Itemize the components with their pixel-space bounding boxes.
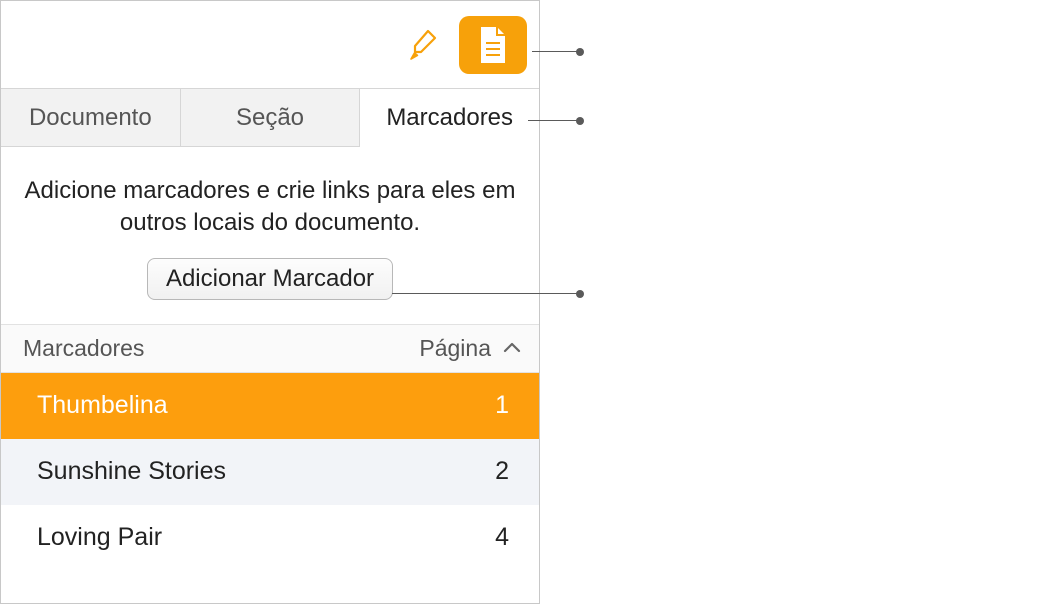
tab-label: Documento xyxy=(29,104,152,132)
bookmark-name: Loving Pair xyxy=(37,523,162,552)
bookmark-row[interactable]: Sunshine Stories 2 xyxy=(1,439,539,505)
document-settings-button[interactable] xyxy=(459,16,527,74)
add-button-label: Adicionar Marcador xyxy=(166,265,374,292)
document-icon xyxy=(476,25,510,65)
bookmark-name: Sunshine Stories xyxy=(37,457,226,486)
tab-document[interactable]: Documento xyxy=(1,89,181,146)
bookmark-list: Thumbelina 1 Sunshine Stories 2 Loving P… xyxy=(1,373,539,603)
bookmark-row[interactable]: Loving Pair 4 xyxy=(1,505,539,571)
bookmark-row[interactable]: Thumbelina 1 xyxy=(1,373,539,439)
tab-bookmarks[interactable]: Marcadores xyxy=(360,89,539,147)
bookmark-name: Thumbelina xyxy=(37,391,168,420)
bookmark-list-header: Marcadores Página xyxy=(1,324,539,373)
bookmark-page: 1 xyxy=(495,391,509,420)
chevron-up-icon xyxy=(503,342,521,354)
add-bookmark-button[interactable]: Adicionar Marcador xyxy=(147,258,393,300)
tab-bar: Documento Seção Marcadores xyxy=(1,89,539,147)
callout-line xyxy=(528,120,580,121)
callout-line xyxy=(532,51,580,52)
format-brush-button[interactable] xyxy=(393,16,453,74)
tab-label: Marcadores xyxy=(386,104,513,132)
tab-section[interactable]: Seção xyxy=(181,89,361,146)
bookmark-page: 4 xyxy=(495,523,509,552)
brush-icon xyxy=(405,27,441,63)
inspector-panel: Documento Seção Marcadores Adicione marc… xyxy=(0,0,540,604)
bookmark-page: 2 xyxy=(495,457,509,486)
column-header-name[interactable]: Marcadores xyxy=(23,335,144,362)
tab-label: Seção xyxy=(236,104,304,132)
toolbar xyxy=(1,1,539,89)
column-header-page: Página xyxy=(419,335,491,362)
add-button-container: Adicionar Marcador xyxy=(1,258,539,324)
description-text: Adicione marcadores e crie links para el… xyxy=(1,147,539,258)
callout-line xyxy=(392,293,580,294)
column-header-page-group[interactable]: Página xyxy=(419,335,521,362)
